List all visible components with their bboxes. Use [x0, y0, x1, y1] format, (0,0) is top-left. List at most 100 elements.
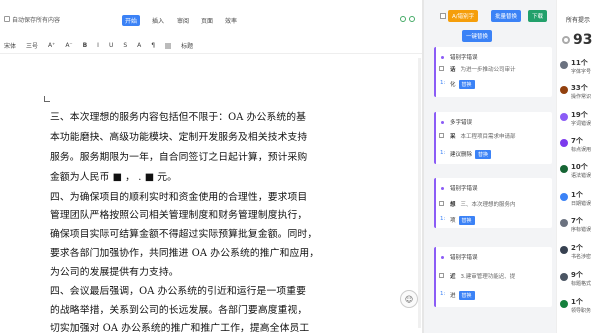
replace-button[interactable]: 替换	[458, 216, 475, 225]
stat-dot	[560, 246, 568, 254]
font-select[interactable]: 宋体	[4, 41, 16, 50]
margin-marker	[44, 96, 50, 102]
stat-dot	[560, 300, 568, 308]
paragraph-button[interactable]: ¶	[151, 42, 155, 49]
italic-button[interactable]: I	[97, 42, 99, 49]
stat-count[interactable]: 33个	[571, 83, 588, 93]
doc-line: 金额为人民币 ■ ， . ■ 元。	[50, 172, 178, 183]
stat-count[interactable]: 7个	[571, 216, 583, 226]
stat-dot	[560, 61, 568, 69]
doc-line: 服务。服务期限为一年，自合同签订之日起计算，预计采购	[50, 152, 308, 163]
font-color-button[interactable]: A	[137, 42, 141, 49]
tab-insert[interactable]: 插入	[149, 15, 167, 26]
doc-line: 切实加强对 OA 办公系统的推广和推广工作，提高全体员工	[50, 323, 310, 334]
replace-button[interactable]: 替换	[458, 291, 475, 300]
issue-suggestion: 进替换	[450, 291, 475, 300]
one-click-replace-button[interactable]: 一键替换	[462, 30, 493, 42]
issue-original: 想三、本次理想的服务内	[450, 202, 516, 208]
issue-category: 多字错误	[450, 120, 473, 126]
select-all-checkbox[interactable]	[440, 13, 446, 19]
issue-original: 采本工程项目需求申请部	[450, 134, 516, 140]
sync-icon[interactable]	[400, 16, 406, 22]
underline-button[interactable]: U	[109, 42, 113, 49]
stat-label[interactable]: 序标错误	[571, 226, 591, 233]
issue-checkbox[interactable]	[439, 273, 444, 278]
issue-category: 错别字错误	[450, 186, 478, 192]
stat-count[interactable]: 7个	[571, 136, 583, 146]
stat-label[interactable]: 字体字号	[571, 68, 591, 75]
issue-checkbox[interactable]	[439, 133, 444, 138]
replace-button[interactable]: 替换	[475, 150, 492, 159]
replace-button[interactable]: 替换	[458, 80, 475, 89]
stat-dot	[560, 139, 568, 147]
issue-suggestion: 建议删除 替换	[450, 150, 492, 159]
top-icons	[400, 15, 420, 23]
stat-label[interactable]: 日期错误	[571, 200, 591, 207]
stat-count[interactable]: 2个	[571, 243, 583, 253]
stat-dot	[560, 86, 568, 94]
stat-count[interactable]: 1个	[571, 190, 583, 200]
doc-line: 四、会议最后强调，OA 办公系统的引近和运行是一项重要	[50, 286, 307, 297]
stat-count[interactable]: 9个	[571, 270, 583, 280]
tab-efficiency[interactable]: 效率	[222, 15, 240, 26]
doc-line: 的战略举措，关系到公司的长远发展。各部门要高度重视，	[50, 305, 308, 316]
issue-checkbox[interactable]	[439, 201, 444, 206]
document-scrollbar[interactable]	[418, 58, 421, 328]
bold-button[interactable]: B	[83, 42, 88, 49]
stat-count[interactable]: 11个	[571, 58, 588, 68]
stat-dot	[560, 219, 568, 227]
font-size-select[interactable]: 三号	[26, 41, 38, 50]
issue-card[interactable]: 多字错误 采本工程项目需求申请部 1: 建议删除 替换	[434, 112, 552, 164]
stat-count[interactable]: 1个	[571, 297, 583, 307]
shrink-font-button[interactable]: A⁻	[65, 42, 72, 49]
stat-dot	[560, 193, 568, 201]
issue-card[interactable]: 错别字错误 话为进一步推动公司审计 1: 化替换	[434, 47, 552, 97]
heading-select[interactable]: 标题	[181, 41, 193, 50]
category-dot	[441, 256, 444, 259]
stat-dot	[560, 113, 568, 121]
stat-label[interactable]: 领导职务	[571, 307, 591, 314]
doc-line: 三、本次理想的服务内容包括但不限于：OA 办公系统的基	[50, 112, 307, 123]
issue-original: 话为进一步推动公司审计	[450, 67, 516, 73]
align-icon[interactable]	[165, 42, 172, 49]
stat-label[interactable]: 字词错误	[571, 120, 591, 127]
stat-label[interactable]: 操作常识	[571, 93, 591, 100]
stat-label[interactable]: 标点误用	[571, 146, 591, 153]
category-dot	[441, 121, 444, 124]
issue-suggestion: 项替换	[450, 216, 475, 225]
autosave-status: 自动保存所有内容	[12, 17, 61, 24]
stats-title: 所有提示	[566, 17, 591, 24]
stat-count[interactable]: 10个	[571, 162, 588, 172]
doc-line: 四、为确保项目的顺利实时和资金使用的合理性，要求项目	[50, 192, 308, 203]
issue-original: 近 3.建审管理功能迟、提	[450, 274, 516, 280]
doc-line: 本功能磨抉、高级功能模块、定制开发服务及相关技术支持	[50, 132, 308, 143]
doc-line: 要求各部门加强协作，共同推进 OA 办公系统的推广和应用，	[50, 248, 320, 259]
assistant-icon[interactable]: ☺	[400, 290, 418, 308]
suggestion-index: 1:	[440, 216, 446, 222]
suggestion-index: 1:	[440, 291, 446, 297]
issue-card[interactable]: 错别字错误 近 3.建审管理功能迟、提 1: 进替换	[434, 247, 552, 307]
doc-line: 管理团队严格按照公司相关管理制度和财务管理制度执行，	[50, 210, 308, 221]
stat-dot	[560, 273, 568, 281]
stat-dot	[560, 165, 568, 173]
type-filter-button[interactable]: A/错别字	[448, 10, 479, 22]
grow-font-button[interactable]: A⁺	[48, 42, 55, 49]
stat-label[interactable]: 标题格式	[571, 280, 591, 287]
tab-review[interactable]: 审阅	[174, 15, 192, 26]
batch-replace-button[interactable]: 批量替换	[491, 10, 522, 22]
suggestion-index: 1:	[440, 80, 446, 86]
download-button[interactable]: 下载	[528, 10, 548, 22]
stat-count[interactable]: 19个	[571, 110, 588, 120]
issue-card[interactable]: 错别字错误 想三、本次理想的服务内 1: 项替换	[434, 178, 552, 228]
category-dot	[441, 56, 444, 59]
strike-button[interactable]: S	[123, 42, 127, 49]
score-value: 93	[573, 32, 593, 48]
layout-icon[interactable]	[409, 16, 415, 22]
autosave-icon	[4, 16, 10, 22]
category-dot	[441, 187, 444, 190]
tab-page[interactable]: 页面	[198, 15, 216, 26]
stat-label[interactable]: 书名涉密	[571, 253, 591, 260]
issue-checkbox[interactable]	[439, 66, 444, 71]
stat-label[interactable]: 语法错误	[571, 172, 591, 179]
tab-start[interactable]: 开始	[122, 15, 141, 26]
